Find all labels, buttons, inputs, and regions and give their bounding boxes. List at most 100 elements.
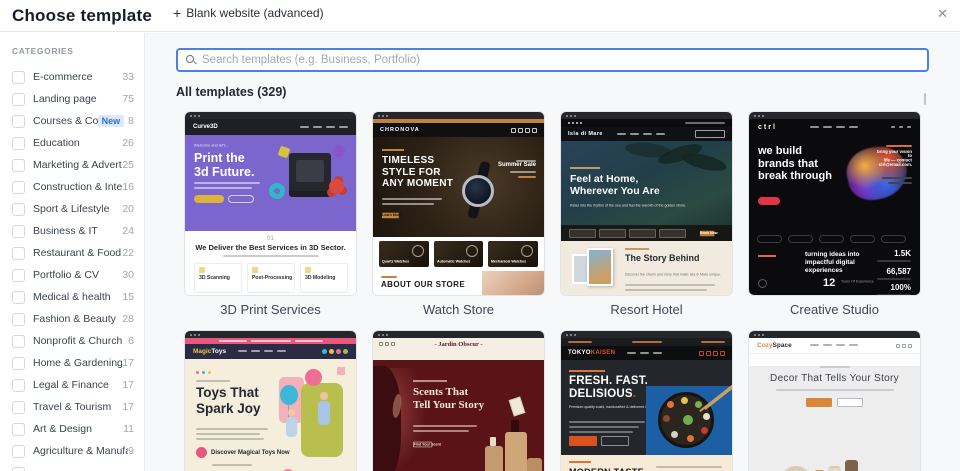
category-checkbox[interactable] [12, 400, 25, 414]
template-preview[interactable]: MagicToys Toys That Spark Joy Discover M… [184, 330, 357, 471]
plus-icon: + [173, 5, 182, 21]
mini-navbar: Isla di Mare [561, 127, 732, 141]
mini-tag-pills [757, 235, 906, 243]
template-preview[interactable]: Curve3D Welcome and let's... Print the 3… [184, 111, 357, 296]
category-checkbox[interactable] [12, 114, 25, 128]
category-item[interactable]: Agriculture & Manufacturing 9 [0, 440, 144, 462]
mini-contact-icon [758, 279, 767, 288]
mini-story-sub: Discover the charm and story that make I… [625, 273, 722, 277]
page-title: Choose template [12, 6, 152, 25]
text-placeholder-lines [413, 422, 479, 432]
mini-brand: TOKYOKAISEN [568, 350, 616, 356]
category-item[interactable]: Travel & Tourism 17 [0, 396, 144, 418]
category-item[interactable]: Courses & Coaching New 8 [0, 110, 144, 132]
mini-feature-cards: 3D Scanning Post-Processing 3D Modeling [185, 263, 356, 293]
category-checkbox[interactable] [12, 312, 25, 326]
close-icon[interactable]: ✕ [937, 7, 948, 20]
categories-heading: CATEGORIES [12, 46, 74, 56]
mini-brand: - Jardin Obscur - [434, 341, 483, 348]
category-checkbox[interactable] [12, 378, 25, 392]
category-count: 20 [122, 203, 134, 215]
choose-template-dialog: Choose template + Blank website (advance… [0, 0, 960, 471]
mini-category-thumbs: Quartz Watches Automatic Watches Mechani… [373, 237, 544, 271]
category-item[interactable]: Sport & Lifestyle 20 [0, 198, 144, 220]
category-item[interactable]: Construction & Interior 16 [0, 176, 144, 198]
template-preview[interactable]: Isla di Mare Feel at Home, Wherever You … [560, 111, 733, 296]
scrollbar-thumb[interactable] [924, 93, 926, 105]
category-checkbox[interactable] [12, 268, 25, 282]
vases-art [749, 444, 920, 471]
balloon-art [280, 385, 298, 419]
category-checkbox[interactable] [12, 246, 25, 260]
mini-navbar: Curve3D [185, 119, 356, 135]
category-checkbox[interactable] [12, 202, 25, 216]
category-checkbox[interactable] [12, 180, 25, 194]
categories-sidebar: CATEGORIES E-commerce 33 Landing page 75… [0, 33, 145, 471]
category-item[interactable]: E-commerce 33 [0, 66, 144, 88]
category-item[interactable]: Landing page 75 [0, 88, 144, 110]
category-item[interactable]: Portfolio & CV 30 [0, 264, 144, 286]
template-card-3d-print: Curve3D Welcome and let's... Print the 3… [184, 111, 357, 317]
template-name: 3D Print Services [220, 302, 321, 317]
mini-headline: Scents That Tell Your Story [413, 386, 485, 412]
category-item[interactable]: Education 26 [0, 132, 144, 154]
category-label: Education [33, 137, 80, 149]
story-photo-art [587, 248, 613, 286]
template-name: Resort Hotel [610, 302, 683, 317]
category-count: 24 [122, 225, 134, 237]
category-item[interactable]: Fashion & Beauty 28 [0, 308, 144, 330]
text-placeholder-lines [196, 425, 270, 440]
blank-website-button[interactable]: + Blank website (advanced) [173, 6, 324, 20]
category-checkbox[interactable] [12, 224, 25, 238]
category-item[interactable]: Business & IT 24 [0, 220, 144, 242]
category-checkbox[interactable] [12, 334, 25, 348]
mini-navbar: CozySpace [749, 338, 920, 354]
category-item[interactable]: Legal & Finance 17 [0, 374, 144, 396]
category-item[interactable]: Art & Design 11 [0, 418, 144, 440]
template-preview[interactable]: CHRONOVA TIMELESS STYLE FOR ANY MOMENT L… [372, 111, 545, 296]
sushi-platter-art [658, 392, 714, 448]
category-checkbox[interactable] [12, 422, 25, 436]
category-item-partial[interactable] [0, 462, 144, 471]
mini-headline: we build brands that break through [758, 145, 832, 183]
mini-headline: Decor That Tells Your Story [770, 373, 899, 384]
template-preview[interactable]: TOKYOKAISEN FRESH. FAST. DELISIOUS. Premi… [560, 330, 733, 471]
categories-list: E-commerce 33 Landing page 75 Courses & … [0, 66, 144, 462]
templates-row-2: MagicToys Toys That Spark Joy Discover M… [184, 330, 960, 471]
category-count: 16 [122, 181, 134, 193]
category-checkbox[interactable] [12, 290, 25, 304]
category-checkbox[interactable] [12, 466, 25, 471]
category-item[interactable]: Restaurant & Food 22 [0, 242, 144, 264]
category-count: 30 [122, 269, 134, 281]
category-item[interactable]: Nonprofit & Church 6 [0, 330, 144, 352]
category-checkbox[interactable] [12, 444, 25, 458]
category-checkbox[interactable] [12, 158, 25, 172]
category-count: 26 [122, 137, 134, 149]
mini-stat: 100% [877, 283, 911, 295]
category-label: Travel & Tourism [33, 401, 112, 413]
category-count: 17 [122, 379, 134, 391]
category-checkbox[interactable] [12, 356, 25, 370]
search-input[interactable] [202, 54, 919, 66]
mini-navbar: CHRONOVA [373, 123, 544, 137]
template-preview[interactable]: ctrl we build brands that break through … [748, 111, 921, 296]
template-preview[interactable]: CozySpace Decor That Tells Your Story [748, 330, 921, 471]
search-bar[interactable] [176, 48, 929, 72]
category-checkbox[interactable] [12, 92, 25, 106]
mini-navbar: - Jardin Obscur - [373, 338, 544, 365]
mini-menu [296, 118, 348, 136]
category-item[interactable]: Home & Gardening 17 [0, 352, 144, 374]
category-checkbox[interactable] [12, 70, 25, 84]
blank-website-label: Blank website (advanced) [186, 6, 324, 20]
category-count: 8 [128, 115, 134, 127]
mini-years-label: Years Of Experience [841, 280, 874, 284]
search-icon [186, 55, 196, 65]
template-preview[interactable]: - Jardin Obscur - Scents That Tell Your … [372, 330, 545, 471]
browser-chrome-bar [561, 331, 732, 338]
category-checkbox[interactable] [12, 136, 25, 150]
category-count: 22 [122, 247, 134, 259]
category-item[interactable]: Marketing & Advertising 25 [0, 154, 144, 176]
woman-profile-art [373, 366, 401, 471]
category-item[interactable]: Medical & health 15 [0, 286, 144, 308]
category-label: Home & Gardening [33, 357, 123, 369]
